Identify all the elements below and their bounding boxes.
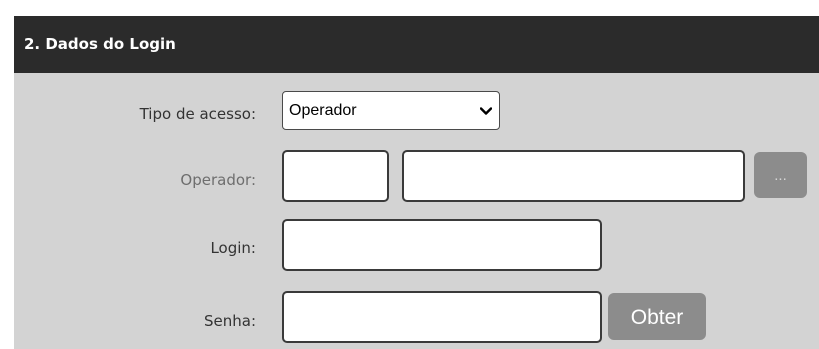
tipo-acesso-select[interactable]: Operador	[282, 91, 500, 130]
login-data-panel: 2. Dados do Login Tipo de acesso: Operad…	[14, 16, 819, 349]
section-title: 2. Dados do Login	[24, 35, 176, 53]
login-label: Login:	[210, 239, 256, 257]
tipo-acesso-selected-value: Operador	[289, 101, 357, 119]
operador-name-input[interactable]	[402, 150, 745, 202]
login-input[interactable]	[282, 219, 602, 271]
operador-lookup-button[interactable]: ...	[754, 152, 807, 198]
operador-label: Operador:	[180, 171, 256, 189]
obter-button[interactable]: Obter	[608, 293, 706, 340]
tipo-acesso-label: Tipo de acesso:	[139, 105, 256, 123]
section-header: 2. Dados do Login	[14, 16, 819, 73]
operador-code-input[interactable]	[282, 150, 389, 202]
senha-label: Senha:	[203, 312, 256, 330]
senha-input[interactable]	[282, 291, 602, 343]
chevron-down-icon	[479, 104, 493, 118]
